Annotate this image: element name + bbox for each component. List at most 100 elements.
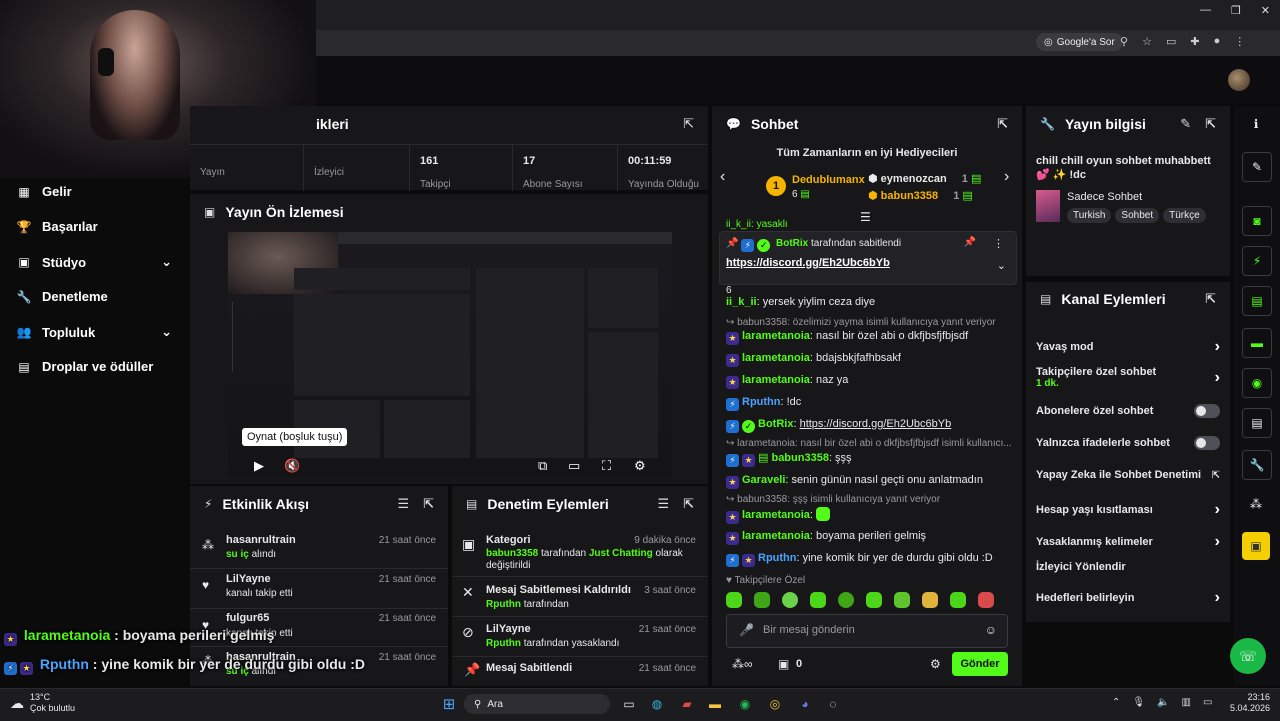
expand-icon[interactable]: ⇱ <box>997 116 1008 132</box>
moderator-badge-icon: ⚡ <box>726 398 739 411</box>
chat-link[interactable]: https://discord.gg/Eh2Ubc6bYb <box>800 418 952 430</box>
sidebar-item-drops[interactable]: ▤ Droplar ve ödüller <box>16 359 153 374</box>
stats-panel: ikleri ⇱ Yayın İzleyici 161 Takipçi 17 Abo… <box>190 106 708 191</box>
support-button[interactable]: ☏ <box>1230 638 1266 674</box>
drops-icon[interactable]: ⁂ <box>1242 490 1270 518</box>
emote-only-toggle[interactable] <box>1194 436 1220 450</box>
emote-icon[interactable] <box>978 592 994 608</box>
zoom-icon[interactable]: ⚲ <box>1120 35 1128 48</box>
emote-icon[interactable] <box>754 592 770 608</box>
speaker-icon[interactable]: 🔈 <box>1157 697 1169 708</box>
theater-icon[interactable]: ▭ <box>568 458 580 474</box>
document-icon[interactable]: ▤ <box>1242 286 1272 316</box>
extensions-icon[interactable]: ✚ <box>1190 35 1199 48</box>
info-icon[interactable]: ℹ <box>1242 110 1270 138</box>
tag[interactable]: Turkish <box>1067 208 1112 223</box>
prev-gifters-button[interactable]: ‹ <box>720 168 725 186</box>
spotify-icon[interactable]: ◉ <box>734 694 756 714</box>
folder-icon[interactable]: ▬ <box>704 694 726 714</box>
emote-icon[interactable] <box>726 592 742 608</box>
minimize-icon[interactable]: — <box>1200 4 1211 24</box>
sidebar-item-moderation[interactable]: 🔧 Denetleme <box>16 289 108 304</box>
expand-icon[interactable]: ⇱ <box>1205 291 1216 307</box>
taskbar-search[interactable]: ⚲ Ara <box>464 694 610 714</box>
user-avatar[interactable] <box>1228 69 1250 91</box>
close-icon[interactable]: ✕ <box>1261 4 1270 24</box>
action-followers-only[interactable]: Takipçilere özel sohbet 1 dk. › <box>1036 366 1220 389</box>
lightning-icon[interactable]: ⚡ <box>1242 246 1272 276</box>
mute-icon[interactable]: 🔇 <box>284 458 300 474</box>
pinned-link[interactable]: https://discord.gg/Eh2Ubc6bYb <box>726 257 890 269</box>
edit-pencil-icon[interactable]: ✎ <box>1242 152 1272 182</box>
emote-icon[interactable] <box>866 592 882 608</box>
weather-widget[interactable]: ☁ 13°C Çok bulutlu <box>10 692 75 714</box>
fullscreen-icon[interactable]: ⛶ <box>602 458 611 474</box>
emote-icon[interactable] <box>782 592 798 608</box>
microphone-icon[interactable]: 🎙 <box>1132 697 1145 708</box>
action-raid[interactable]: İzleyici Yönlendir <box>1036 561 1220 573</box>
action-banned-words[interactable]: Yasaklanmış kelimeler › <box>1036 533 1220 551</box>
subscribers-only-toggle[interactable] <box>1194 404 1220 418</box>
chat-bubble-icon[interactable]: ▬ <box>1242 328 1272 358</box>
filter-icon[interactable]: ☰ <box>657 496 669 512</box>
settings-gear-icon[interactable]: ⚙ <box>634 458 646 474</box>
sidebar-item-community[interactable]: 👥 Topluluk ⌄ <box>16 324 172 340</box>
expand-icon[interactable]: ⇱ <box>683 116 694 132</box>
microphone-icon[interactable]: 🎤 <box>739 623 754 637</box>
pin-icon[interactable]: 📌 <box>964 237 976 248</box>
sidebar-item-revenue[interactable]: ▦ Gelir <box>16 184 71 199</box>
gift-shop-icon[interactable]: ▣ <box>778 657 789 671</box>
action-ai-moderation[interactable]: Yapay Zeka ile Sohbet Denetimi ⇱ <box>1036 469 1220 481</box>
chevron-down-icon[interactable]: ⌄ <box>997 259 1006 272</box>
action-account-age[interactable]: Hesap yaşı kısıtlaması › <box>1036 501 1220 519</box>
google-ask-button[interactable]: ◎ Google'a Sor <box>1036 33 1123 51</box>
tag[interactable]: Sohbet <box>1115 208 1160 223</box>
clock[interactable]: 23:16 5.04.2026 <box>1224 692 1270 714</box>
task-view-icon[interactable]: ▭ <box>618 694 640 714</box>
sidebar-item-achievements[interactable]: 🏆 Başarılar <box>16 219 98 234</box>
chrome-icon[interactable]: ◎ <box>764 694 786 714</box>
profile-icon[interactable]: ● <box>1214 35 1221 48</box>
tag[interactable]: Türkçe <box>1163 208 1206 223</box>
windows-start-icon[interactable]: ⊞ <box>438 694 460 714</box>
actions-icon[interactable]: ▤ <box>1242 408 1272 438</box>
broadcast-icon[interactable]: ◉ <box>1242 368 1272 398</box>
play-icon[interactable]: ▶ <box>254 458 264 474</box>
emote-icon[interactable] <box>894 592 910 608</box>
network-icon[interactable]: ▥ <box>1182 697 1191 708</box>
emote-icon[interactable] <box>838 592 854 608</box>
pip-icon[interactable]: ⧉ <box>538 458 547 474</box>
emote-icon[interactable] <box>810 592 826 608</box>
obs-icon[interactable]: ◌ <box>822 694 844 714</box>
chat-input-box[interactable]: 🎤 Bir mesaj gönderin ☺ <box>726 614 1008 648</box>
battery-icon[interactable]: ▭ <box>1203 697 1212 708</box>
channel-points-icon[interactable]: ⁂∞ <box>732 657 753 671</box>
discord-icon[interactable]: ◕ <box>794 694 816 714</box>
bookmark-star-icon[interactable]: ☆ <box>1142 35 1152 48</box>
video-player[interactable]: Oynat (boşluk tuşu) ▶ 🔇 ⧉ ▭ ⛶ ⚙ <box>228 232 672 478</box>
filter-icon[interactable]: ☰ <box>397 496 409 512</box>
emoji-icon[interactable]: ☺ <box>985 623 997 637</box>
sidebar-item-studio[interactable]: ▣ Stüdyo ⌄ <box>16 254 172 270</box>
maximize-icon[interactable]: ❐ <box>1231 4 1241 24</box>
edge-icon[interactable]: ◍ <box>646 694 668 714</box>
action-goals[interactable]: Hedefleri belirleyin › <box>1036 589 1220 607</box>
clapper-icon[interactable]: ▣ <box>1242 532 1270 560</box>
expand-icon[interactable]: ⇱ <box>423 496 434 512</box>
next-gifters-button[interactable]: › <box>1004 168 1009 186</box>
emote-icon[interactable] <box>922 592 938 608</box>
action-slow-mode[interactable]: Yavaş mod › <box>1036 338 1220 356</box>
app-icon[interactable]: ▰ <box>676 694 698 714</box>
edit-pencil-icon[interactable]: ✎ <box>1180 116 1191 132</box>
menu-icon[interactable]: ⋮ <box>1234 35 1245 48</box>
send-button[interactable]: Gönder <box>952 652 1008 676</box>
camera-icon[interactable]: ◙ <box>1242 206 1272 236</box>
expand-icon[interactable]: ⇱ <box>683 496 694 512</box>
cast-icon[interactable]: ▭ <box>1166 35 1176 48</box>
expand-icon[interactable]: ⇱ <box>1205 116 1216 132</box>
more-options-icon[interactable]: ⋮ <box>993 237 1004 250</box>
chat-settings-icon[interactable]: ⚙ <box>930 657 941 671</box>
wrench-icon[interactable]: 🔧 <box>1242 450 1272 480</box>
chevron-up-icon[interactable]: ⌃ <box>1112 697 1120 708</box>
emote-icon[interactable] <box>950 592 966 608</box>
